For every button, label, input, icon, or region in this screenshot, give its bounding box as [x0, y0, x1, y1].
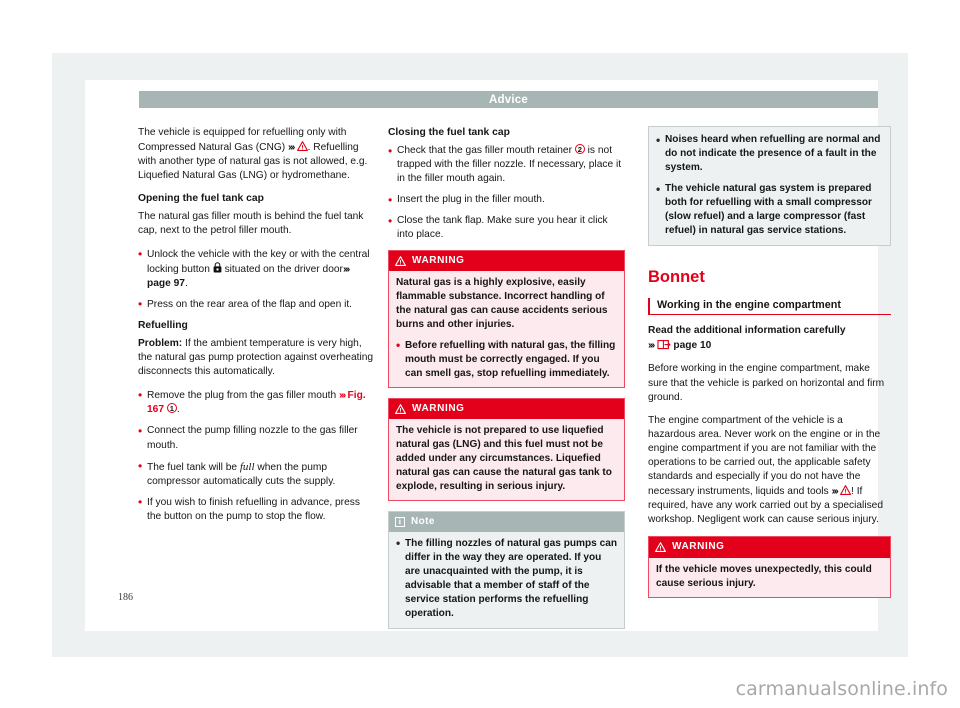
lead-read-additional-info: Read the additional information carefull… [648, 324, 891, 353]
note-box-filling-nozzles: i Note The filling nozzles of natural ga… [388, 510, 625, 629]
page-outer-panel: Advice 186 The vehicle is equipped for r… [52, 53, 908, 657]
note-bullet: The filling nozzles of natural gas pumps… [396, 536, 617, 621]
callout-number-1: 1 [166, 403, 177, 414]
warning-box-body: Natural gas is a highly explosive, easil… [389, 270, 624, 387]
column-middle: Closing the fuel tank cap Check that the… [388, 126, 625, 639]
bullet-tank-full: The fuel tank will be full when the pump… [138, 459, 375, 489]
callout-number-2: 2 [574, 144, 585, 154]
bullet-close-flap: Close the tank flap. Make sure you hear … [388, 214, 625, 242]
bullet-unlock-vehicle: Unlock the vehicle with the key or with … [138, 247, 375, 291]
intro-paragraph: The vehicle is equipped for refuelling o… [138, 126, 375, 183]
warning-triangle-icon [296, 141, 308, 152]
warning-box-header: WARNING [389, 398, 624, 419]
bullet-insert-plug: Insert the plug in the filler mouth. [388, 193, 625, 208]
note-box-continued: Noises heard when refuelling are normal … [648, 126, 891, 246]
warning-box-vehicle-moves: WARNING If the vehicle moves unexpectedl… [648, 536, 891, 598]
warning-triangle-icon [395, 403, 406, 414]
chapter-title-bonnet: Bonnet [648, 268, 705, 286]
warning-paragraph: If the vehicle moves unexpectedly, this … [656, 563, 872, 589]
engine-compartment-paragraph-1: Before working in the engine compartment… [648, 363, 885, 403]
warning-box-body: The vehicle is not prepared to use lique… [389, 418, 624, 500]
warning-box-header: WARNING [389, 250, 624, 271]
opening-body-paragraph: The natural gas filler mouth is behind t… [138, 211, 364, 237]
engine-compartment-paragraph-2: The engine compartment of the vehicle is… [648, 414, 891, 528]
warning-paragraph: The vehicle is not prepared to use lique… [396, 424, 612, 492]
column-left: The vehicle is equipped for refuelling o… [138, 126, 375, 531]
emphasis-full: full [239, 460, 255, 473]
running-header: Advice [139, 91, 878, 108]
page-number: 186 [118, 592, 133, 603]
bullet-connect-nozzle: Connect the pump filling nozzle to the g… [138, 424, 375, 452]
warning-box-header: WARNING [649, 537, 890, 558]
section-title-working-engine-compartment: Working in the engine compartment [648, 298, 891, 315]
lead-page-reference[interactable]: page 10 [673, 340, 711, 351]
bullet-finish-early: If you wish to finish refuelling in adva… [138, 495, 375, 524]
problem-label: Problem: [138, 337, 183, 349]
bullet-press-flap: Press on the rear area of the flap and o… [138, 297, 375, 312]
note-continued-bullet-compressor: The vehicle natural gas system is prepar… [656, 182, 883, 238]
page-sheet: Advice 186 The vehicle is equipped for r… [85, 80, 891, 631]
manual-book-icon [656, 339, 671, 350]
warning-title: WARNING [412, 402, 465, 414]
note-title: Note [411, 515, 435, 527]
cross-ref-page-97[interactable]: page 97 [147, 278, 185, 289]
bullet-remove-text: Remove the plug from the gas filler mout… [147, 390, 337, 402]
warning-box-lng: WARNING The vehicle is not prepared to u… [388, 397, 625, 501]
warning-paragraph: Natural gas is a highly explosive, easil… [396, 276, 608, 330]
warning-title: WARNING [412, 254, 465, 266]
bullet-unlock-text-b: situated on the driver door [224, 263, 343, 275]
note-box-body: The filling nozzles of natural gas pumps… [389, 531, 624, 628]
lead-line1: Read the additional information carefull… [648, 325, 846, 336]
heading-opening-fuel-tank-cap: Opening the fuel tank cap [138, 193, 264, 205]
central-locking-lock-icon [213, 262, 222, 273]
warning-triangle-icon [395, 255, 406, 266]
info-icon: i [395, 516, 405, 527]
cross-ref-chevrons: ››› [288, 141, 295, 154]
bullet-full-text-a: The fuel tank will be [147, 461, 240, 473]
cross-ref-chevrons: ››› [831, 485, 838, 498]
note-continued-bullet-noises: Noises heard when refuelling are normal … [656, 133, 883, 175]
cross-ref-chevrons: ››› [648, 339, 655, 352]
watermark: carmanualsonline.info [735, 678, 948, 700]
warning-triangle-icon [655, 542, 666, 553]
bullet-check-retainer: Check that the gas filler mouth retainer… [388, 143, 625, 186]
warning-bullet: Before refuelling with natural gas, the … [396, 338, 617, 381]
bullet-remove-period: . [176, 404, 180, 416]
warning-box-body: If the vehicle moves unexpectedly, this … [649, 557, 890, 597]
heading-refuelling: Refuelling [138, 319, 188, 331]
bullet-unlock-period: . [184, 277, 188, 289]
warning-title: WARNING [672, 541, 725, 553]
warning-triangle-icon [840, 485, 851, 496]
running-header-title: Advice [489, 93, 528, 106]
bullet-remove-plug: Remove the plug from the gas filler mout… [138, 388, 375, 417]
note-box-header: i Note [389, 511, 624, 532]
column-right: Noises heard when refuelling are normal … [648, 126, 891, 608]
warning-box-natural-gas: WARNING Natural gas is a highly explosiv… [388, 249, 625, 388]
cross-ref-chevrons: ››› [342, 262, 350, 275]
heading-closing-fuel-tank-cap: Closing the fuel tank cap [388, 127, 510, 138]
cross-ref-chevrons: ››› [338, 389, 346, 402]
problem-paragraph: Problem: If the ambient temperature is v… [138, 337, 375, 379]
bullet-check-text-a: Check that the gas filler mouth retainer [397, 145, 572, 156]
